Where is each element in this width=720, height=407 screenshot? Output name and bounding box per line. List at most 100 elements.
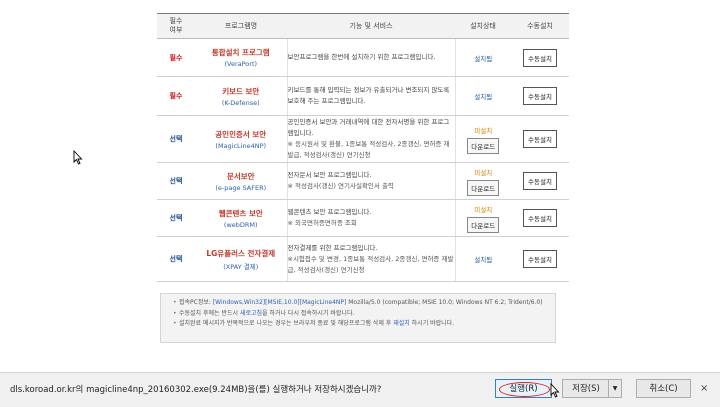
manual-cell: 수동설치 (511, 236, 569, 282)
status-cell: 설치됨 (455, 38, 511, 77)
download-button[interactable]: 다운로드 (467, 137, 500, 154)
status-installed: 설치됨 (474, 256, 493, 264)
arrow-cursor-icon (550, 383, 560, 398)
required-cell: 선택 (157, 236, 195, 282)
status-cell: 미설치다운로드 (455, 162, 511, 200)
run-button[interactable]: 실행(R) (495, 379, 552, 398)
manual-cell: 수동설치 (511, 115, 569, 163)
description-cell: 웹콘텐츠 보안 프로그램입니다. ※ 외국면허증면허증 조회 (286, 199, 456, 237)
program-name: 문서보안 (226, 171, 255, 181)
description-note: ※ 외국면허증면허증 조회 (287, 219, 357, 227)
pc-info-label: 접속PC정보: (179, 299, 213, 306)
status-cell: 설치됨 (455, 236, 511, 282)
table-row: 선택 문서보안 (e-page SAFER) 전자문서 보안 프로그램입니다. ※ … (157, 162, 569, 200)
close-icon[interactable]: × (700, 383, 708, 394)
program-name: 웹콘텐츠 보안 (218, 208, 263, 218)
refresh-notice-item: 수동설치 후에는 반드시 새로고침을 하거나 다시 접속하시기 바랍니다. (173, 309, 555, 320)
status-cell: 설치됨 (455, 76, 511, 116)
description-cell: 전자결제를 위한 프로그램입니다. ※시험접수 및 변경, 1종보통 적성검사, … (286, 236, 456, 282)
reinstall-notice-text-b: 하시기 바랍니다. (409, 320, 455, 327)
program-name-cell: 웹콘텐츠 보안 (webDRM) (195, 199, 287, 237)
reinstall-link[interactable]: 재설치 (393, 320, 410, 327)
manual-install-button[interactable]: 수동설치 (523, 48, 557, 67)
program-table: 필수 여부 프로그램명 기능 및 서비스 설치상태 수동설치 필수 통합설치 프… (157, 13, 569, 282)
manual-install-button[interactable]: 수동설치 (523, 209, 557, 227)
program-name-cell: 키보드 보안 (K-Defense) (195, 76, 287, 116)
program-name: 통합설치 프로그램 (211, 48, 270, 57)
description-text: 공인인증서 보안과 거래내역에 대한 전자서명을 위한 프로그램입니다. (287, 118, 450, 137)
header-function: 기능 및 서비스 (287, 13, 455, 39)
refresh-link[interactable]: 새로고침 (240, 310, 262, 317)
table-header-row: 필수 여부 프로그램명 기능 및 서비스 설치상태 수동설치 (157, 13, 569, 39)
refresh-notice-text-b: 을 하거나 다시 접속하시기 바랍니다. (262, 309, 355, 317)
arrow-cursor-icon (73, 150, 83, 165)
program-module: (VeraPort) (224, 60, 258, 68)
info-list: 접속PC정보: [Windows,Win32][MSIE,10.0][Magic… (161, 294, 555, 330)
required-cell: 선택 (157, 162, 195, 200)
program-name: LG유플러스 전자결제 (206, 248, 276, 258)
description-text: 전자문서 보안 프로그램입니다. (287, 171, 372, 179)
download-notification-bar: dls.koroad.or.kr의 magicline4np_20160302.… (0, 372, 720, 407)
description-cell: 공인인증서 보안과 거래내역에 대한 전자서명을 위한 프로그램입니다. ※ 응시… (286, 115, 456, 163)
manual-cell: 수동설치 (511, 199, 569, 237)
description-text: 키보드를 통해 입력되는 정보가 유출되거나 변조되지 않도록 보호해 주는 프… (287, 86, 450, 105)
description-note: ※ 적성검사(갱신) 연기사실확인서 출력 (287, 182, 394, 190)
program-name-cell: 공인인증서 보안 (MagicLine4NP) (195, 115, 287, 163)
pc-info-highlight: [Windows,Win32][MSIE,10.0][MagicLine4NP] (212, 299, 347, 306)
program-module: (e-page SAFER) (215, 183, 267, 192)
reinstall-notice-item: 설치완료 메시지가 반복적으로 나오는 경우는 브라우저 종료 및 해당프로그램… (173, 319, 555, 330)
table-row: 필수 통합설치 프로그램 (VeraPort) 보안프로그램을 한번에 설치하기 … (157, 38, 569, 77)
manual-install-button[interactable]: 수동설치 (523, 87, 557, 105)
status-cell: 미설치다운로드 (455, 199, 511, 237)
status-not-installed: 미설치 (474, 205, 493, 214)
save-button[interactable]: 저장(S) ▼ (562, 379, 622, 398)
status-installed: 설치됨 (474, 93, 493, 101)
table-row: 선택 웹콘텐츠 보안 (webDRM) 웹콘텐츠 보안 프로그램입니다. ※ 외국면… (157, 199, 569, 237)
download-button[interactable]: 다운로드 (467, 179, 500, 196)
download-message: dls.koroad.or.kr의 magicline4np_20160302.… (10, 385, 382, 395)
description-cell: 키보드를 통해 입력되는 정보가 유출되거나 변조되지 않도록 보호해 주는 프… (286, 76, 456, 116)
status-cell: 미설치다운로드 (455, 115, 511, 163)
description-text: 웹콘텐츠 보안 프로그램입니다. (287, 208, 372, 216)
manual-install-button[interactable]: 수동설치 (523, 250, 557, 268)
header-status: 설치상태 (455, 13, 511, 39)
cancel-button-label: 취소(C) (649, 384, 678, 394)
manual-cell: 수동설치 (511, 162, 569, 200)
description-note: ※ 응시원서 및 환불, 1종보통 적성검사, 2종갱신, 면허증 재발급, 적… (287, 140, 450, 159)
program-name: 키보드 보안 (222, 86, 260, 96)
refresh-notice-text-a: 수동설치 후에는 반드시 (179, 309, 240, 317)
status-not-installed: 미설치 (474, 126, 493, 135)
header-program-name: 프로그램명 (195, 13, 287, 39)
status-installed: 설치됨 (474, 54, 493, 63)
required-cell: 필수 (157, 76, 195, 116)
required-cell: 필수 (157, 38, 195, 77)
triangle-down-icon[interactable]: ▼ (608, 380, 621, 397)
cancel-button[interactable]: 취소(C) (636, 379, 691, 398)
highlight-circle (499, 382, 550, 397)
pc-info-item: 접속PC정보: [Windows,Win32][MSIE,10.0][Magic… (173, 298, 555, 309)
status-not-installed: 미설치 (474, 168, 493, 177)
header-required: 필수 여부 (157, 13, 195, 39)
program-module: (webDRM) (223, 220, 258, 229)
program-module: (K-Defense) (221, 98, 260, 107)
manual-install-button[interactable]: 수동설치 (523, 172, 557, 190)
description-text: 전자결제를 위한 프로그램입니다. (287, 243, 378, 252)
table-row: 필수 키보드 보안 (K-Defense) 키보드를 통해 입력되는 정보가 유출… (157, 76, 569, 116)
required-cell: 선택 (157, 115, 195, 163)
pc-info-useragent: Mozilla/5.0 (compatible; MSIE 10.0; Wind… (346, 299, 543, 306)
download-button[interactable]: 다운로드 (467, 216, 500, 233)
save-button-label: 저장(S) (572, 384, 600, 394)
reinstall-notice-text-a: 설치완료 메시지가 반복적으로 나오는 경우는 브라우저 종료 및 해당프로그램… (179, 320, 394, 327)
manual-install-button[interactable]: 수동설치 (523, 130, 557, 148)
manual-cell: 수동설치 (511, 38, 569, 77)
description-note: ※시험접수 및 변경, 1종보통 적성검사, 2종갱신, 면허증 재발급, 적성… (287, 254, 454, 274)
program-name-cell: LG유플러스 전자결제 (XPAY 결제) (195, 236, 287, 282)
info-box: 접속PC정보: [Windows,Win32][MSIE,10.0][Magic… (160, 293, 556, 343)
program-name-cell: 통합설치 프로그램 (VeraPort) (195, 38, 287, 77)
description-cell: 보안프로그램을 한번에 설치하기 위한 프로그램입니다. (286, 38, 456, 77)
program-module: (XPAY 결제) (223, 262, 259, 271)
program-name: 공인인증서 보안 (215, 129, 267, 139)
description-text: 보안프로그램을 한번에 설치하기 위한 프로그램입니다. (287, 53, 436, 61)
description-cell: 전자문서 보안 프로그램입니다. ※ 적성검사(갱신) 연기사실확인서 출력 (286, 162, 456, 200)
program-install-panel: 필수 여부 프로그램명 기능 및 서비스 설치상태 수동설치 필수 통합설치 프… (157, 13, 569, 282)
